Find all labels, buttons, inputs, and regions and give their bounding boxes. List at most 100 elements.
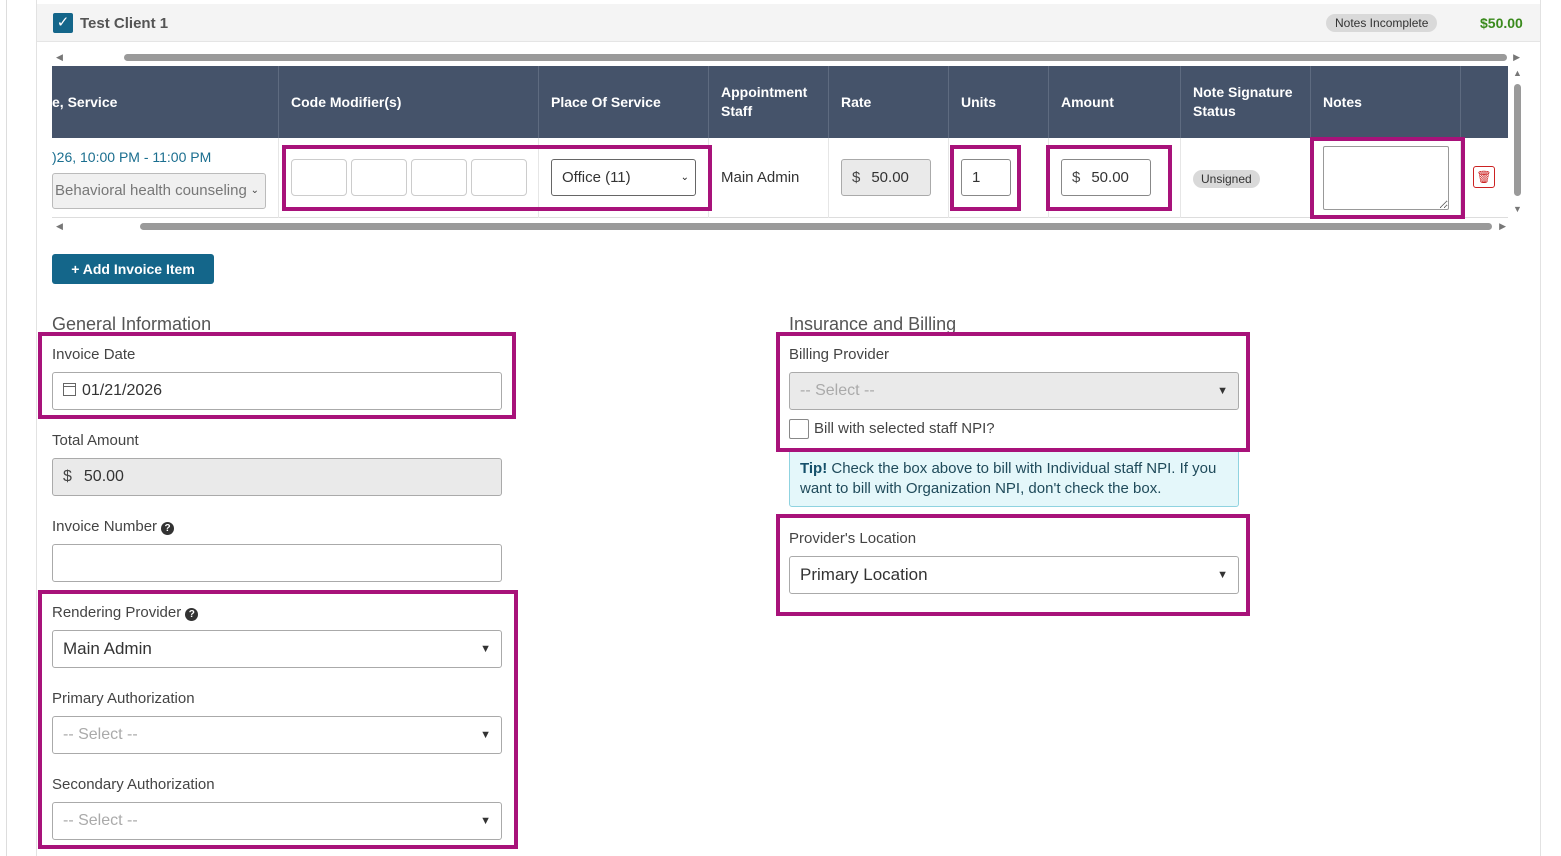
cell-code-modifiers — [279, 138, 539, 218]
col-code-modifiers: Code Modifier(s) — [279, 66, 539, 138]
secondary-authorization-value: -- Select -- — [63, 812, 138, 829]
cell-signature-status: Unsigned — [1181, 138, 1311, 218]
chevron-down-icon: ⌄ — [680, 172, 689, 183]
provider-location-label: Provider's Location — [789, 530, 917, 547]
modifier-input-4[interactable] — [471, 159, 527, 196]
col-notes: Notes — [1311, 66, 1461, 138]
service-select-value: Behavioral health counseling — [55, 182, 247, 199]
chevron-down-icon: ⌄ — [250, 185, 259, 196]
bottom-horizontal-scrollbar[interactable]: ◀ ▶ — [52, 221, 1508, 231]
col-actions — [1461, 66, 1508, 138]
provider-location-value: Primary Location — [800, 565, 928, 584]
signature-status-badge: Unsigned — [1193, 170, 1260, 188]
client-total: $50.00 — [1480, 15, 1523, 31]
scroll-left-icon[interactable]: ◀ — [56, 221, 63, 231]
modifier-input-1[interactable] — [291, 159, 347, 196]
scrollbar-thumb[interactable] — [140, 223, 1492, 230]
scroll-down-icon[interactable]: ▼ — [1513, 204, 1522, 214]
scroll-right-icon[interactable]: ▶ — [1499, 221, 1506, 231]
notes-textarea[interactable] — [1323, 146, 1449, 210]
bill-staff-npi-checkbox[interactable] — [789, 419, 809, 439]
rendering-provider-label: Rendering Provider? — [52, 604, 199, 621]
scroll-up-icon[interactable]: ▲ — [1513, 68, 1522, 78]
insurance-billing-title: Insurance and Billing — [789, 314, 957, 334]
npi-tip: Tip! Check the box above to bill with In… — [789, 449, 1239, 507]
rate-field: $50.00 — [841, 159, 931, 196]
caret-down-icon: ▼ — [480, 643, 491, 655]
caret-down-icon: ▼ — [1217, 569, 1228, 581]
col-date-service: e, Service — [52, 66, 279, 138]
invoice-date-label: Invoice Date — [52, 346, 136, 363]
scrollbar-thumb[interactable] — [1514, 84, 1521, 196]
caret-down-icon: ▼ — [480, 815, 491, 827]
top-horizontal-scrollbar[interactable]: ◀ ▶ — [52, 52, 1522, 62]
total-amount-field: $50.00 — [52, 458, 502, 496]
currency-symbol: $ — [1072, 169, 1081, 186]
cell-units: 1 — [949, 138, 1049, 218]
client-checkbox[interactable]: ✓ — [53, 13, 73, 33]
help-icon[interactable]: ? — [185, 608, 199, 621]
client-header: ✓ Test Client 1 Notes Incomplete $50.00 — [37, 4, 1540, 42]
trash-icon[interactable]: 🗑 — [1473, 166, 1495, 188]
total-amount-label: Total Amount — [52, 432, 139, 449]
add-invoice-item-button[interactable]: + Add Invoice Item — [52, 254, 214, 284]
secondary-authorization-label: Secondary Authorization — [52, 776, 215, 793]
scroll-left-icon[interactable]: ◀ — [56, 52, 63, 62]
cell-amount: $50.00 — [1049, 138, 1181, 218]
invoice-date-value: 01/21/2026 — [82, 382, 163, 399]
currency-symbol: $ — [852, 169, 861, 186]
tip-text: Check the box above to bill with Individ… — [800, 460, 1217, 497]
vertical-scrollbar[interactable]: ▲ ▼ — [1512, 68, 1522, 218]
cell-place-of-service: Office (11) ⌄ — [539, 138, 709, 218]
col-rate: Rate — [829, 66, 949, 138]
general-information-title: General Information — [52, 314, 212, 334]
invoice-date-input[interactable]: 01/21/2026 — [52, 372, 502, 410]
currency-symbol: $ — [63, 468, 72, 485]
page-left-border — [6, 0, 7, 856]
col-units: Units — [949, 66, 1049, 138]
modifier-input-2[interactable] — [351, 159, 407, 196]
invoice-table-header: e, Service Code Modifier(s) Place Of Ser… — [52, 66, 1508, 138]
cell-staff: Main Admin — [709, 138, 829, 218]
primary-authorization-value: -- Select -- — [63, 726, 138, 743]
primary-authorization-select[interactable]: -- Select -- ▼ — [52, 716, 502, 754]
appointment-date-link[interactable]: )26, 10:00 PM - 11:00 PM — [52, 149, 211, 165]
invoice-number-label: Invoice Number? — [52, 518, 175, 535]
billing-provider-value: -- Select -- — [800, 382, 875, 399]
modifier-input-3[interactable] — [411, 159, 467, 196]
scrollbar-thumb[interactable] — [124, 54, 1507, 61]
col-amount: Amount — [1049, 66, 1181, 138]
place-of-service-select[interactable]: Office (11) ⌄ — [551, 159, 696, 196]
col-note-signature-status: Note Signature Status — [1181, 66, 1311, 138]
scroll-right-icon[interactable]: ▶ — [1513, 52, 1520, 62]
invoice-number-input[interactable] — [52, 544, 502, 582]
calendar-icon — [63, 383, 76, 396]
billing-provider-label: Billing Provider — [789, 346, 890, 363]
provider-location-select[interactable]: Primary Location ▼ — [789, 556, 1239, 594]
help-icon[interactable]: ? — [161, 522, 175, 535]
col-place-of-service: Place Of Service — [539, 66, 709, 138]
billing-provider-select[interactable]: -- Select -- ▼ — [789, 372, 1239, 410]
rendering-provider-label-text: Rendering Provider — [52, 604, 182, 621]
cell-date-service: )26, 10:00 PM - 11:00 PM Behavioral heal… — [52, 138, 279, 218]
units-input[interactable]: 1 — [961, 159, 1011, 196]
appointment-staff: Main Admin — [721, 169, 800, 186]
table-row: )26, 10:00 PM - 11:00 PM Behavioral heal… — [52, 138, 1508, 218]
caret-down-icon: ▼ — [480, 729, 491, 741]
rendering-provider-select[interactable]: Main Admin ▼ — [52, 630, 502, 668]
primary-authorization-label: Primary Authorization — [52, 690, 195, 707]
place-of-service-value: Office (11) — [562, 169, 631, 186]
tip-heading: Tip! — [800, 460, 828, 477]
cell-notes — [1311, 138, 1461, 218]
col-appointment-staff: Appointment Staff — [709, 66, 829, 138]
service-select[interactable]: Behavioral health counseling ⌄ — [52, 173, 266, 209]
rendering-provider-value: Main Admin — [63, 639, 152, 658]
invoice-page: ✓ Test Client 1 Notes Incomplete $50.00 … — [0, 0, 1561, 856]
secondary-authorization-select[interactable]: -- Select -- ▼ — [52, 802, 502, 840]
client-name: Test Client 1 — [80, 15, 169, 32]
total-amount-value: 50.00 — [83, 468, 124, 485]
invoice-number-label-text: Invoice Number — [52, 518, 158, 535]
status-badge: Notes Incomplete — [1326, 14, 1438, 32]
amount-input[interactable]: $50.00 — [1061, 159, 1151, 196]
caret-down-icon: ▼ — [1217, 385, 1228, 397]
